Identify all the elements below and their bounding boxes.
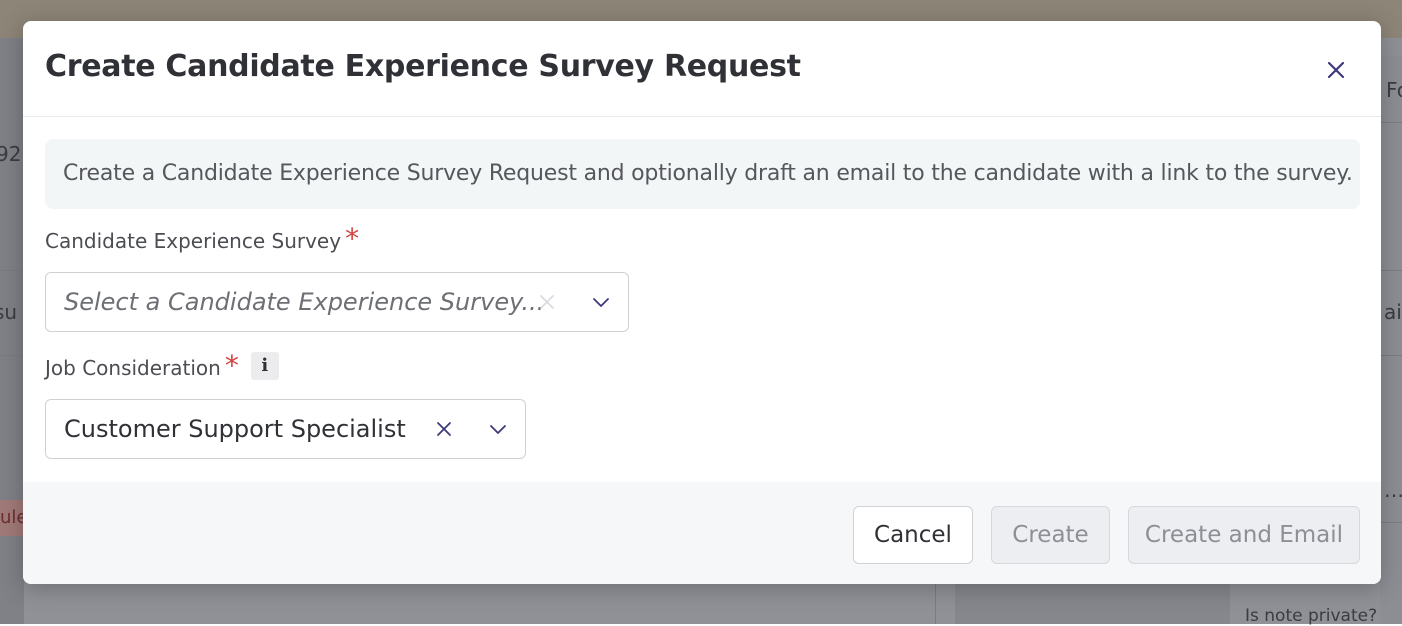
survey-select-placeholder: Select a Candidate Experience Survey... <box>64 273 544 331</box>
background-divider <box>935 584 936 624</box>
background-card <box>955 584 1230 624</box>
background-divider <box>0 270 24 271</box>
close-button[interactable] <box>1321 55 1351 85</box>
info-icon[interactable]: i <box>251 352 279 380</box>
background-divider <box>1380 522 1402 523</box>
job-consideration-select[interactable]: Customer Support Specialist <box>45 399 526 459</box>
job-label-text: Job Consideration <box>45 356 221 380</box>
modal-footer: Cancel Create Create and Email <box>23 482 1381 584</box>
close-icon <box>1321 55 1351 85</box>
background-divider <box>0 355 24 356</box>
info-banner: Create a Candidate Experience Survey Req… <box>45 139 1360 209</box>
modal-title: Create Candidate Experience Survey Reque… <box>45 49 801 84</box>
required-indicator: * <box>225 356 239 376</box>
survey-field-label: Candidate Experience Survey * <box>45 229 359 253</box>
chevron-down-icon[interactable] <box>591 292 611 312</box>
create-survey-request-modal: Create Candidate Experience Survey Reque… <box>23 21 1381 584</box>
survey-select[interactable]: Select a Candidate Experience Survey... <box>45 272 629 332</box>
background-left-panel <box>0 38 24 624</box>
required-indicator: * <box>345 229 359 249</box>
cancel-button[interactable]: Cancel <box>853 506 973 564</box>
create-button[interactable]: Create <box>991 506 1110 564</box>
background-divider <box>1380 355 1402 356</box>
background-text-fragment: ai <box>1384 300 1402 324</box>
background-text-fragment: … <box>1384 478 1402 502</box>
background-text-fragment: Fo <box>1386 78 1402 102</box>
background-divider <box>1380 270 1402 271</box>
create-and-email-button[interactable]: Create and Email <box>1128 506 1360 564</box>
background-text-fragment: 92 <box>0 142 21 166</box>
clear-icon[interactable] <box>537 292 557 312</box>
modal-body: Create a Candidate Experience Survey Req… <box>23 117 1381 482</box>
chevron-down-icon[interactable] <box>488 419 508 439</box>
background-right-card <box>1380 56 1402 624</box>
background-text-fragment: su <box>0 300 17 324</box>
survey-label-text: Candidate Experience Survey <box>45 229 341 253</box>
modal-header: Create Candidate Experience Survey Reque… <box>23 21 1381 117</box>
background-divider <box>1380 122 1402 123</box>
background-note-private-label: Is note private? <box>1245 606 1377 626</box>
job-consideration-value: Customer Support Specialist <box>64 400 406 458</box>
job-field-label: Job Consideration * i <box>45 356 279 380</box>
background-status-badge: ule <box>0 500 24 536</box>
clear-icon[interactable] <box>434 419 454 439</box>
